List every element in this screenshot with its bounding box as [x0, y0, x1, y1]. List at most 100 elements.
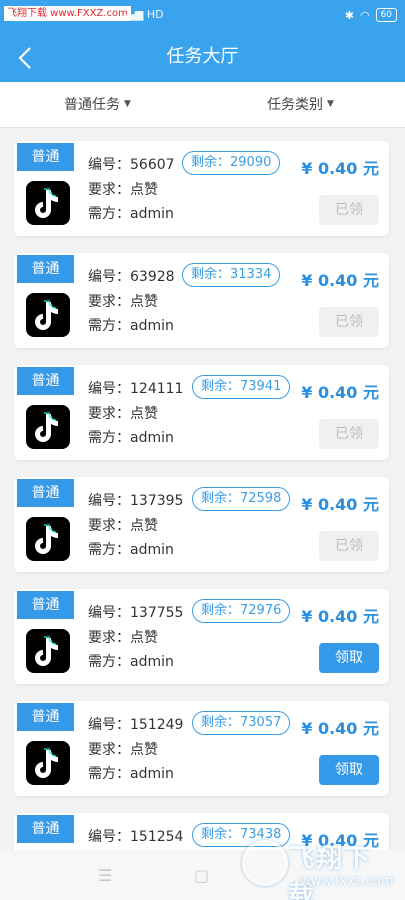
remain-count: 73941 — [240, 379, 282, 394]
task-tag: 普通 — [17, 591, 74, 619]
task-requirement: 点赞 — [130, 181, 158, 198]
remaining-badge: 剩余：72976 — [192, 599, 291, 623]
signal-icon: ▂▄▆ — [118, 8, 144, 21]
claim-button[interactable]: 领取 — [319, 643, 379, 673]
id-label: 编号： — [88, 157, 130, 173]
headset-icon: ◠ — [359, 8, 370, 22]
status-bar: 飞翔下载 www.FXXZ.com ▂▄▆ HD ✱ ◠ 60 — [0, 0, 405, 32]
watermark-bottom: 飞翔下载 www.fxxz.com — [238, 836, 398, 900]
requirement-label: 要求： — [88, 181, 130, 198]
id-label: 编号： — [88, 717, 130, 733]
remain-count: 31334 — [230, 267, 272, 282]
page-title: 任务大厅 — [166, 46, 239, 67]
tiktok-logo-icon — [26, 293, 70, 337]
watermark-url: www.fxxz.com — [300, 874, 394, 889]
task-id: 137395 — [130, 493, 184, 509]
id-label: 编号： — [88, 381, 130, 397]
owner-label: 需方： — [88, 542, 130, 558]
requirement-label: 要求： — [88, 405, 130, 422]
requirement-label: 要求： — [88, 293, 130, 310]
network-indicator: ▂▄▆ HD — [118, 8, 164, 21]
menu-icon[interactable]: ☰ — [98, 866, 112, 885]
filter-label: 普通任务 — [64, 97, 120, 113]
task-requirement: 点赞 — [130, 293, 158, 310]
remaining-badge: 剩余：72598 — [192, 487, 291, 511]
requirement-label: 要求： — [88, 629, 130, 646]
remain-count: 72976 — [240, 603, 282, 618]
task-tag: 普通 — [17, 255, 74, 283]
task-details: 编号：137755 要求：点赞 需方：admin — [88, 601, 183, 675]
task-owner: admin — [130, 430, 174, 446]
filter-bar: 普通任务 ▼ 任务类别 ▼ — [0, 82, 405, 128]
tiktok-logo-icon — [26, 629, 70, 673]
remain-count: 73057 — [240, 715, 282, 730]
task-requirement: 点赞 — [130, 517, 158, 534]
battery-icon: 60 — [375, 8, 397, 22]
remaining-badge: 剩余：29090 — [182, 151, 281, 175]
id-label: 编号： — [88, 605, 130, 621]
watermark-logo-icon — [242, 840, 288, 886]
task-price: ¥ 0.40 元 — [301, 495, 379, 514]
task-owner: admin — [130, 206, 174, 222]
claimed-button[interactable]: 已领 — [319, 307, 379, 337]
status-icons: ✱ ◠ 60 — [345, 8, 397, 22]
task-id: 63928 — [130, 269, 175, 285]
task-tag: 普通 — [17, 703, 74, 731]
task-owner: admin — [130, 654, 174, 670]
remain-label: 剩余： — [201, 827, 241, 842]
owner-label: 需方： — [88, 766, 130, 782]
requirement-label: 要求： — [88, 517, 130, 534]
id-label: 编号： — [88, 269, 130, 285]
task-requirement: 点赞 — [130, 629, 158, 646]
remain-label: 剩余： — [201, 715, 241, 730]
remain-label: 剩余： — [201, 379, 241, 394]
id-label: 编号： — [88, 829, 130, 845]
task-tag: 普通 — [17, 815, 74, 843]
task-id: 56607 — [130, 157, 175, 173]
remain-label: 剩余： — [201, 491, 241, 506]
task-owner: admin — [130, 542, 174, 558]
task-price: ¥ 0.40 元 — [301, 159, 379, 178]
claimed-button[interactable]: 已领 — [319, 419, 379, 449]
tiktok-logo-icon — [26, 181, 70, 225]
task-details: 编号：151249 要求：点赞 需方：admin — [88, 713, 183, 787]
task-tag: 普通 — [17, 143, 74, 171]
task-tag: 普通 — [17, 479, 74, 507]
remaining-badge: 剩余：31334 — [182, 263, 281, 287]
remain-count: 29090 — [230, 155, 272, 170]
claim-button[interactable]: 领取 — [319, 755, 379, 785]
remaining-badge: 剩余：73941 — [192, 375, 291, 399]
task-id: 137755 — [130, 605, 184, 621]
task-list: 普通 编号：56607 要求：点赞 需方：admin 剩余：29090 ¥ 0.… — [0, 128, 405, 850]
id-label: 编号： — [88, 493, 130, 509]
task-details: 编号：151254 — [88, 825, 183, 850]
task-price: ¥ 0.40 元 — [301, 719, 379, 738]
remaining-badge: 剩余：73057 — [192, 711, 291, 735]
filter-task-type[interactable]: 普通任务 ▼ — [64, 94, 131, 114]
home-icon[interactable]: ▢ — [194, 866, 209, 885]
owner-label: 需方： — [88, 430, 130, 446]
task-price: ¥ 0.40 元 — [301, 383, 379, 402]
owner-label: 需方： — [88, 654, 130, 670]
tiktok-logo-icon — [26, 517, 70, 561]
tiktok-logo-icon — [26, 741, 70, 785]
filter-task-category[interactable]: 任务类别 ▼ — [267, 94, 334, 114]
task-card: 普通 编号：124111 要求：点赞 需方：admin 剩余：73941 ¥ 0… — [14, 365, 389, 460]
caret-down-icon: ▼ — [327, 99, 334, 109]
task-details: 编号：124111 要求：点赞 需方：admin — [88, 377, 183, 451]
app-header: 飞翔下载 www.FXXZ.com ▂▄▆ HD ✱ ◠ 60 任务大厅 — [0, 0, 405, 82]
task-card: 普通 编号：151249 要求：点赞 需方：admin 剩余：73057 ¥ 0… — [14, 701, 389, 796]
task-id: 151249 — [130, 717, 184, 733]
remain-label: 剩余： — [191, 155, 231, 170]
task-price: ¥ 0.40 元 — [301, 271, 379, 290]
owner-label: 需方： — [88, 318, 130, 334]
filter-label: 任务类别 — [267, 97, 323, 113]
owner-label: 需方： — [88, 206, 130, 222]
claimed-button[interactable]: 已领 — [319, 195, 379, 225]
claimed-button[interactable]: 已领 — [319, 531, 379, 561]
task-id: 151254 — [130, 829, 184, 845]
remain-label: 剩余： — [191, 267, 231, 282]
task-owner: admin — [130, 318, 174, 334]
tiktok-logo-icon — [26, 405, 70, 449]
caret-down-icon: ▼ — [124, 99, 131, 109]
